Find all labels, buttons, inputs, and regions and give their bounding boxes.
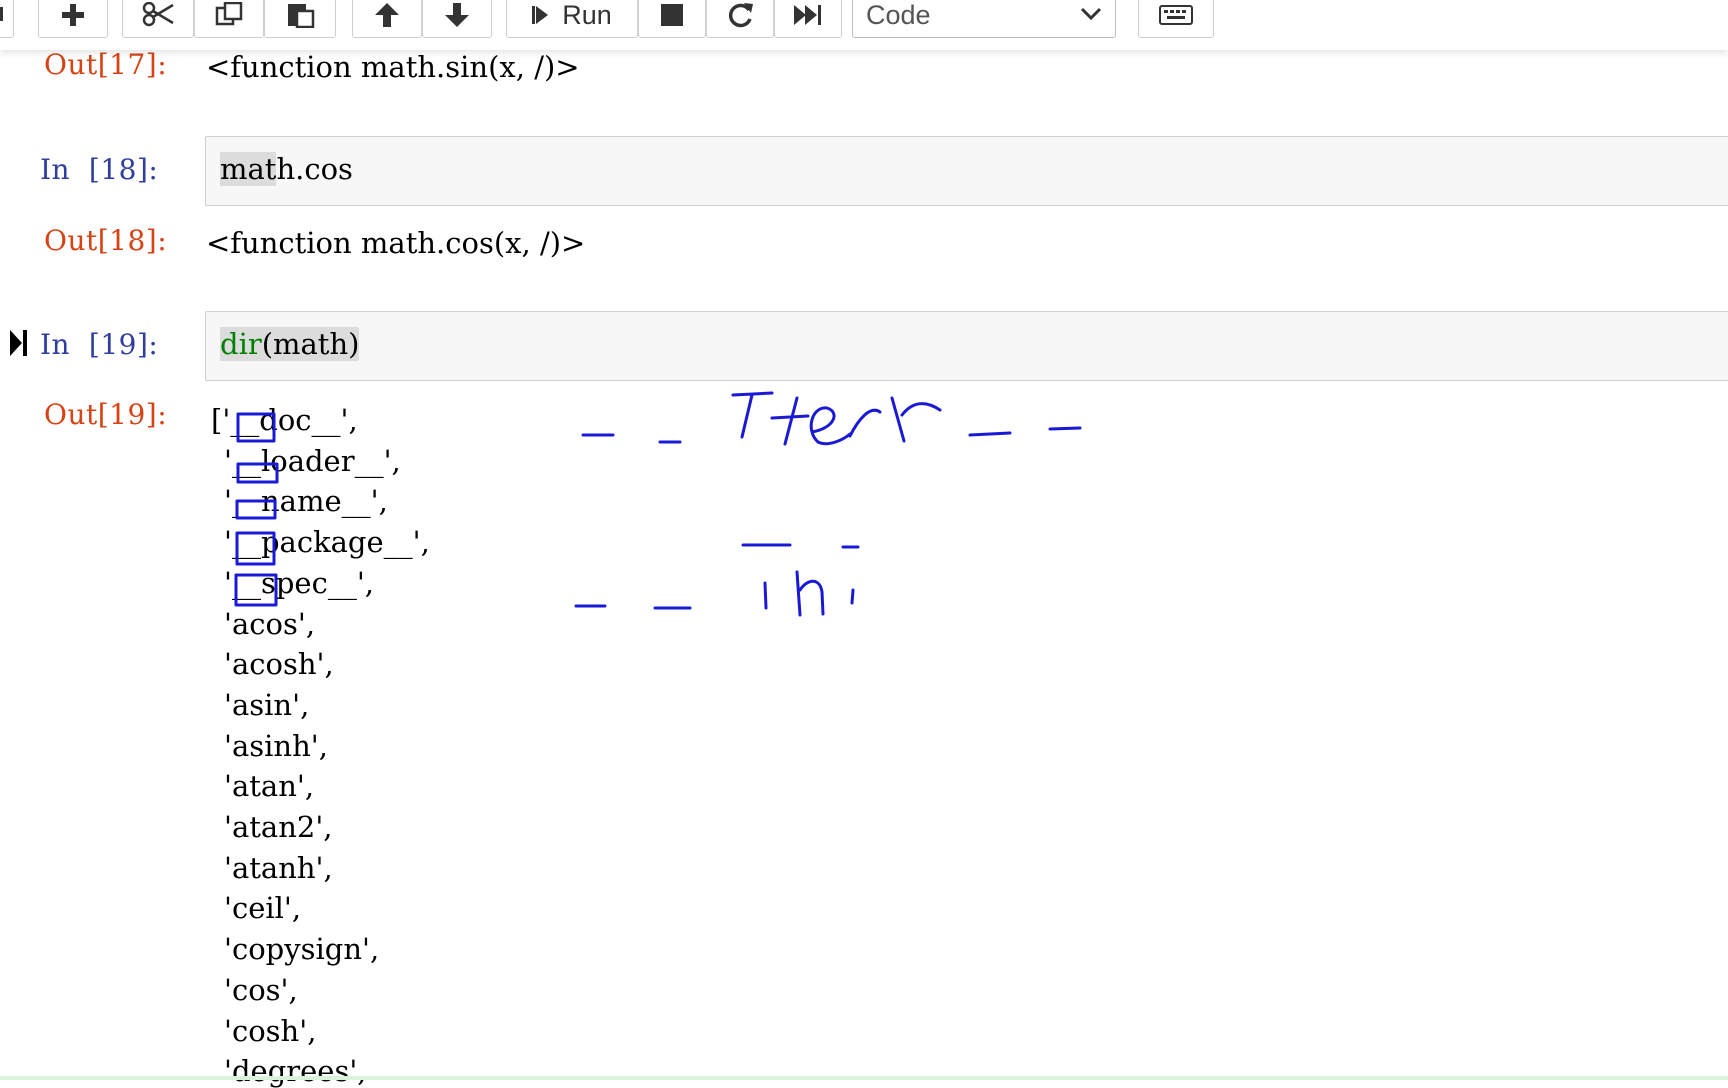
input-prompt-19: In [19]:	[40, 328, 159, 361]
keyboard-icon	[1159, 5, 1193, 25]
copy-icon	[215, 2, 243, 26]
output-list-item: 'asinh',	[224, 729, 328, 763]
output-prompt-19: Out[19]:	[44, 398, 168, 431]
output-list-item: 'acos',	[224, 607, 316, 641]
interrupt-button[interactable]	[638, 0, 706, 38]
move-up-icon	[375, 3, 399, 27]
notebook-toolbar: Run Code	[0, 0, 1728, 50]
output-list-item: 'cosh',	[224, 1014, 317, 1048]
chevron-down-icon	[1080, 7, 1102, 21]
code-selection: mat	[220, 152, 277, 186]
code-rest: h.cos	[276, 152, 353, 186]
input-prompt-18: In [18]:	[40, 153, 159, 186]
output-list-item: 'atan',	[224, 769, 315, 803]
code-cell-18[interactable]: math.cos	[205, 136, 1728, 206]
code-text-18[interactable]: math.cos	[220, 152, 353, 186]
restart-run-all-button[interactable]	[774, 0, 842, 38]
stop-icon	[661, 4, 683, 26]
restart-button[interactable]	[706, 0, 774, 38]
output-list-item: 'ceil',	[224, 891, 302, 925]
output-list-item: 'degrees',	[224, 1054, 367, 1088]
restart-icon	[728, 3, 753, 28]
cell-type-select[interactable]: Code	[852, 0, 1116, 38]
output-prompt-17: Out[17]:	[44, 48, 168, 81]
code-args: (math)	[261, 327, 360, 361]
running-cell-icon	[10, 330, 27, 356]
paste-icon	[288, 4, 315, 28]
command-palette-button[interactable]	[1138, 0, 1214, 38]
paste-button[interactable]	[264, 0, 336, 38]
output-list-item: '__spec__',	[224, 566, 375, 600]
output-list-item: 'atan2',	[224, 810, 333, 844]
output-text-17: <function math.sin(x, /)>	[206, 50, 580, 84]
output-list-item: 'atanh',	[224, 851, 333, 885]
run-icon	[532, 6, 549, 24]
code-text-19[interactable]: dir(math)	[220, 327, 360, 361]
cut-icon	[142, 2, 174, 27]
code-builtin: dir	[220, 327, 262, 361]
insert-cell-button[interactable]	[38, 0, 108, 38]
output-list-item: '__package__',	[224, 525, 430, 559]
output-list-item: ['__doc__',	[211, 403, 358, 437]
run-label: Run	[562, 0, 612, 30]
save-button[interactable]	[0, 0, 14, 38]
copy-button[interactable]	[194, 0, 264, 38]
output-text-18: <function math.cos(x, /)>	[206, 226, 586, 260]
save-icon	[0, 7, 3, 21]
add-icon	[62, 4, 84, 26]
output-list-item: 'copysign',	[224, 932, 380, 966]
output-list-item: 'asin',	[224, 688, 310, 722]
cut-button[interactable]	[122, 0, 194, 38]
output-prompt-18: Out[18]:	[44, 224, 168, 257]
code-cell-19[interactable]: dir(math)	[205, 311, 1728, 381]
output-list-item: 'acosh',	[224, 647, 334, 681]
status-strip	[0, 1076, 1728, 1080]
output-list-item: 'cos',	[224, 973, 298, 1007]
move-down-button[interactable]	[422, 0, 492, 38]
move-up-button[interactable]	[352, 0, 422, 38]
fast-forward-icon	[794, 5, 821, 25]
output-list-item: '__loader__',	[224, 444, 401, 478]
move-down-icon	[445, 3, 469, 27]
run-button[interactable]: Run	[506, 0, 638, 38]
output-list-item: '__name__',	[224, 484, 388, 518]
cell-type-value: Code	[866, 0, 931, 30]
